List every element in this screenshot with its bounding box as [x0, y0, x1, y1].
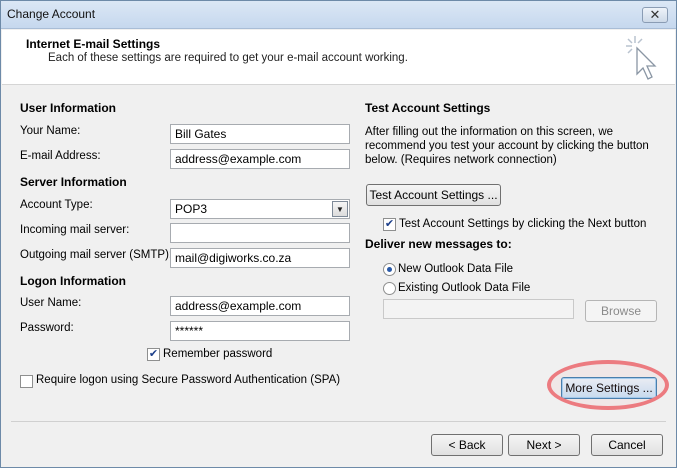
email-address-label: E-mail Address:: [20, 150, 101, 162]
cursor-click-icon: [626, 36, 657, 80]
your-name-field[interactable]: Bill Gates: [170, 124, 350, 144]
header-title: Internet E-mail Settings: [26, 37, 161, 51]
incoming-server-field[interactable]: [170, 223, 350, 243]
footer-divider: [11, 421, 666, 422]
close-icon: ✕: [649, 7, 661, 22]
remember-password-checkbox[interactable]: ✔: [147, 348, 160, 361]
existing-data-file-label: Existing Outlook Data File: [398, 282, 531, 294]
remember-password-label: Remember password: [163, 348, 273, 360]
next-button[interactable]: Next >: [508, 434, 580, 456]
password-field[interactable]: ******: [170, 321, 350, 341]
existing-data-file-radio[interactable]: [383, 282, 396, 295]
test-account-settings-button[interactable]: Test Account Settings ...: [366, 184, 501, 206]
chevron-down-icon[interactable]: ▼: [332, 201, 348, 217]
back-button[interactable]: < Back: [431, 434, 503, 456]
server-info-heading: Server Information: [20, 175, 127, 189]
incoming-server-label: Incoming mail server:: [20, 224, 130, 236]
title-bar: Change Account ✕: [1, 1, 676, 29]
more-settings-button[interactable]: More Settings ...: [561, 377, 657, 399]
password-label: Password:: [20, 322, 74, 334]
outgoing-server-field[interactable]: mail@digiworks.co.za: [170, 248, 350, 268]
outgoing-server-label: Outgoing mail server (SMTP):: [20, 249, 173, 261]
account-type-select[interactable]: POP3 ▼: [170, 199, 350, 219]
dialog-header: Internet E-mail Settings Each of these s…: [2, 30, 675, 85]
new-data-file-radio[interactable]: [383, 263, 396, 276]
user-info-heading: User Information: [20, 101, 117, 115]
spa-label: Require logon using Secure Password Auth…: [36, 374, 341, 386]
data-file-path-field: [383, 299, 574, 319]
close-button[interactable]: ✕: [642, 7, 668, 23]
cancel-button[interactable]: Cancel: [591, 434, 663, 456]
auto-test-checkbox[interactable]: ✔: [383, 218, 396, 231]
spa-checkbox[interactable]: [20, 375, 33, 388]
change-account-dialog: Change Account ✕ Internet E-mail Setting…: [0, 0, 677, 468]
header-subtitle: Each of these settings are required to g…: [48, 52, 408, 64]
logon-info-heading: Logon Information: [20, 274, 126, 288]
auto-test-label: Test Account Settings by clicking the Ne…: [399, 218, 647, 230]
test-settings-description: After filling out the information on thi…: [365, 126, 649, 166]
account-type-value: POP3: [175, 202, 208, 216]
email-address-field[interactable]: address@example.com: [170, 149, 350, 169]
user-name-label: User Name:: [20, 297, 82, 309]
account-type-label: Account Type:: [20, 199, 93, 211]
test-settings-heading: Test Account Settings: [365, 101, 491, 115]
user-name-field[interactable]: address@example.com: [170, 296, 350, 316]
window-title: Change Account: [7, 7, 96, 21]
deliver-heading: Deliver new messages to:: [365, 237, 512, 251]
new-data-file-label: New Outlook Data File: [398, 263, 514, 275]
your-name-label: Your Name:: [20, 125, 81, 137]
browse-button: Browse: [585, 300, 657, 322]
